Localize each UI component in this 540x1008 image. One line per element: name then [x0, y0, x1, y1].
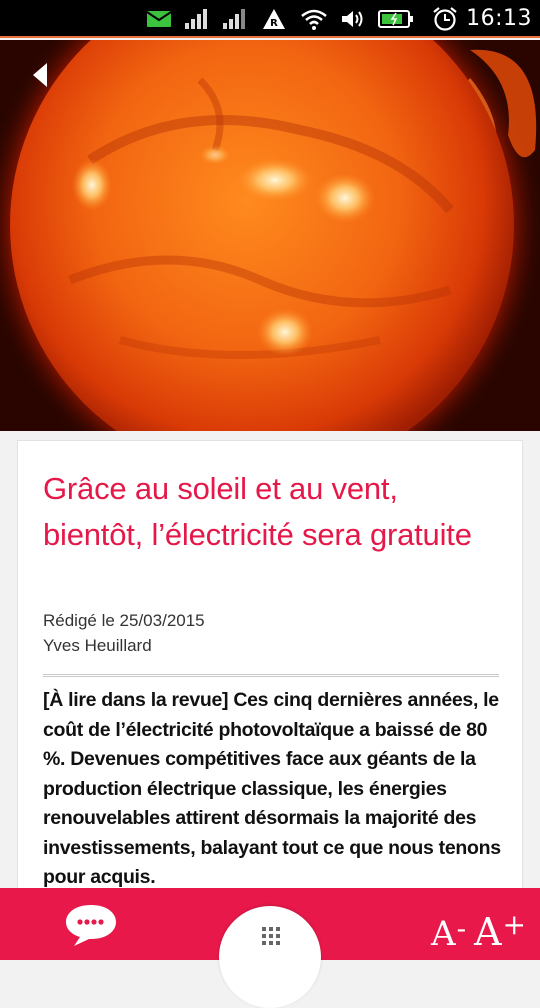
article-date: Rédigé le 25/03/2015 — [43, 611, 205, 630]
divider — [43, 674, 499, 677]
article-lead: [À lire dans la revue] Ces cinq dernière… — [43, 689, 501, 888]
sun-photo — [0, 40, 540, 431]
comments-button[interactable] — [62, 902, 120, 948]
volume-icon — [340, 8, 366, 30]
increase-font-button[interactable]: A + — [474, 908, 526, 955]
article-card: Grâce au soleil et au vent, bientôt, l’é… — [17, 440, 523, 910]
chat-bubble-icon — [66, 905, 116, 946]
article-title: Grâce au soleil et au vent, bientôt, l’é… — [43, 471, 472, 552]
roaming-icon: R — [262, 8, 286, 30]
signal-icon — [222, 8, 248, 30]
decrease-font-label: A — [431, 914, 456, 954]
signal-icon — [184, 8, 210, 30]
decrease-font-sign: - — [456, 912, 467, 945]
back-button[interactable] — [20, 55, 60, 95]
decrease-font-button[interactable]: A- — [431, 912, 467, 955]
increase-font-sign: + — [502, 908, 526, 941]
grid-dots-icon — [262, 927, 280, 945]
battery-icon — [378, 8, 418, 30]
alarm-icon — [432, 7, 458, 31]
increase-font-label: A — [474, 910, 502, 954]
status-bar: R 16:13 — [0, 0, 540, 38]
hero-image — [0, 40, 540, 431]
menu-button[interactable] — [219, 906, 321, 1008]
email-icon — [146, 8, 172, 30]
back-arrow-icon — [33, 63, 47, 87]
status-time: 16:13 — [466, 5, 532, 31]
svg-text:R: R — [270, 18, 278, 29]
article-author: Yves Heuillard — [43, 636, 152, 655]
font-size-controls: A- A + — [431, 898, 526, 955]
wifi-icon — [300, 8, 328, 30]
